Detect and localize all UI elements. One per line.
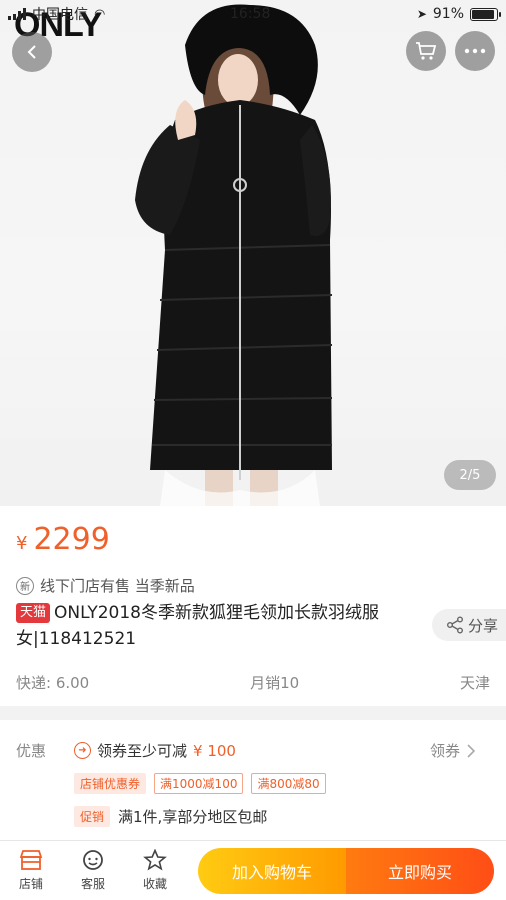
customer-service-icon (83, 850, 103, 870)
favorite-button[interactable]: 收藏 (124, 849, 186, 892)
product-detail-page: 中国电信 ◠ 16:58 ➤ 91% ONLY 2/5 ¥ 2299 新 线下门… (0, 0, 506, 900)
store-tag-row: 新 线下门店有售 当季新品 (16, 575, 195, 596)
chevron-left-icon (27, 45, 36, 59)
share-button[interactable]: 分享 (432, 609, 506, 641)
more-dots-icon (464, 48, 486, 54)
cart-button[interactable] (406, 31, 446, 71)
store-icon (19, 850, 43, 870)
price-value: 2299 (33, 522, 110, 557)
coupon-summary[interactable]: ➜ 领券至少可减 ¥ 100 (74, 740, 236, 761)
battery-icon (470, 7, 501, 21)
claim-coupon-label: 领券 (430, 742, 461, 760)
customer-service-button[interactable]: 客服 (62, 849, 124, 892)
chevron-right-icon (467, 743, 476, 758)
carrier-label: 中国电信 (32, 7, 88, 23)
coupon-label: 优惠 (16, 742, 47, 760)
add-to-cart-button[interactable]: 加入购物车 (198, 847, 346, 894)
store-button[interactable]: 店铺 (0, 849, 62, 892)
section-divider (0, 706, 506, 720)
status-bar: 中国电信 ◠ 16:58 ➤ 91% (0, 0, 506, 28)
buy-now-button[interactable]: 立即购买 (346, 847, 494, 894)
product-title: 天猫 ONLY2018冬季新款狐狸毛领加长款羽绒服女|118412521 (16, 600, 426, 652)
currency-symbol: ¥ (16, 533, 28, 554)
product-image-carousel[interactable]: 中国电信 ◠ 16:58 ➤ 91% ONLY 2/5 (0, 0, 506, 506)
favorite-label: 收藏 (142, 877, 167, 891)
ship-location: 天津 (459, 674, 490, 692)
bottom-action-bar: 店铺 客服 收藏 加入购物车 立即购买 (0, 840, 506, 900)
coupon-chip[interactable]: 满800减80 (251, 773, 326, 794)
coupon-chips: 店铺优惠券 满1000减100 满800减80 (74, 773, 326, 794)
coupon-chip[interactable]: 满1000减100 (154, 773, 244, 794)
cart-icon (416, 42, 437, 60)
store-label: 店铺 (18, 877, 43, 891)
coupon-text: 领券至少可减 (97, 742, 188, 760)
signal-icon (8, 8, 26, 20)
image-page-indicator: 2/5 (444, 460, 496, 490)
clock: 16:58 (230, 6, 271, 22)
star-icon (143, 849, 167, 871)
claim-coupon-link[interactable]: 领券 (430, 740, 476, 761)
battery-percent: 91% (432, 6, 464, 22)
promo-row: 促销 满1件,享部分地区包邮 (74, 806, 267, 827)
product-photo (135, 4, 333, 506)
purchase-buttons: 加入购物车 立即购买 (198, 847, 494, 894)
wifi-icon: ◠ (94, 6, 106, 22)
share-icon (446, 616, 463, 634)
customer-service-label: 客服 (80, 877, 105, 891)
shipping-fee: 快递: 6.00 (16, 674, 90, 692)
monthly-sales: 月销10 (250, 674, 300, 692)
back-button[interactable] (12, 32, 52, 72)
promo-chip: 促销 (74, 806, 111, 827)
location-icon: ➤ (416, 7, 427, 21)
new-icon: 新 (16, 576, 34, 595)
product-title-text: ONLY2018冬季新款狐狸毛领加长款羽绒服女|118412521 (16, 603, 379, 649)
tmall-badge: 天猫 (16, 603, 51, 623)
coupon-icon: ➜ (74, 742, 91, 759)
share-label: 分享 (467, 616, 498, 635)
coupon-section[interactable]: 优惠 ➜ 领券至少可减 ¥ 100 领券 店铺优惠券 满1000减100 满80… (0, 720, 506, 840)
more-button[interactable] (455, 31, 495, 71)
price: ¥ 2299 (16, 522, 110, 557)
coupon-chip[interactable]: 店铺优惠券 (74, 773, 147, 794)
product-meta-row: 快递: 6.00 月销10 天津 (16, 672, 490, 693)
store-tag-text: 线下门店有售 当季新品 (40, 577, 195, 595)
promo-text: 满1件,享部分地区包邮 (118, 808, 268, 826)
coupon-amount: ¥ 100 (193, 741, 236, 760)
